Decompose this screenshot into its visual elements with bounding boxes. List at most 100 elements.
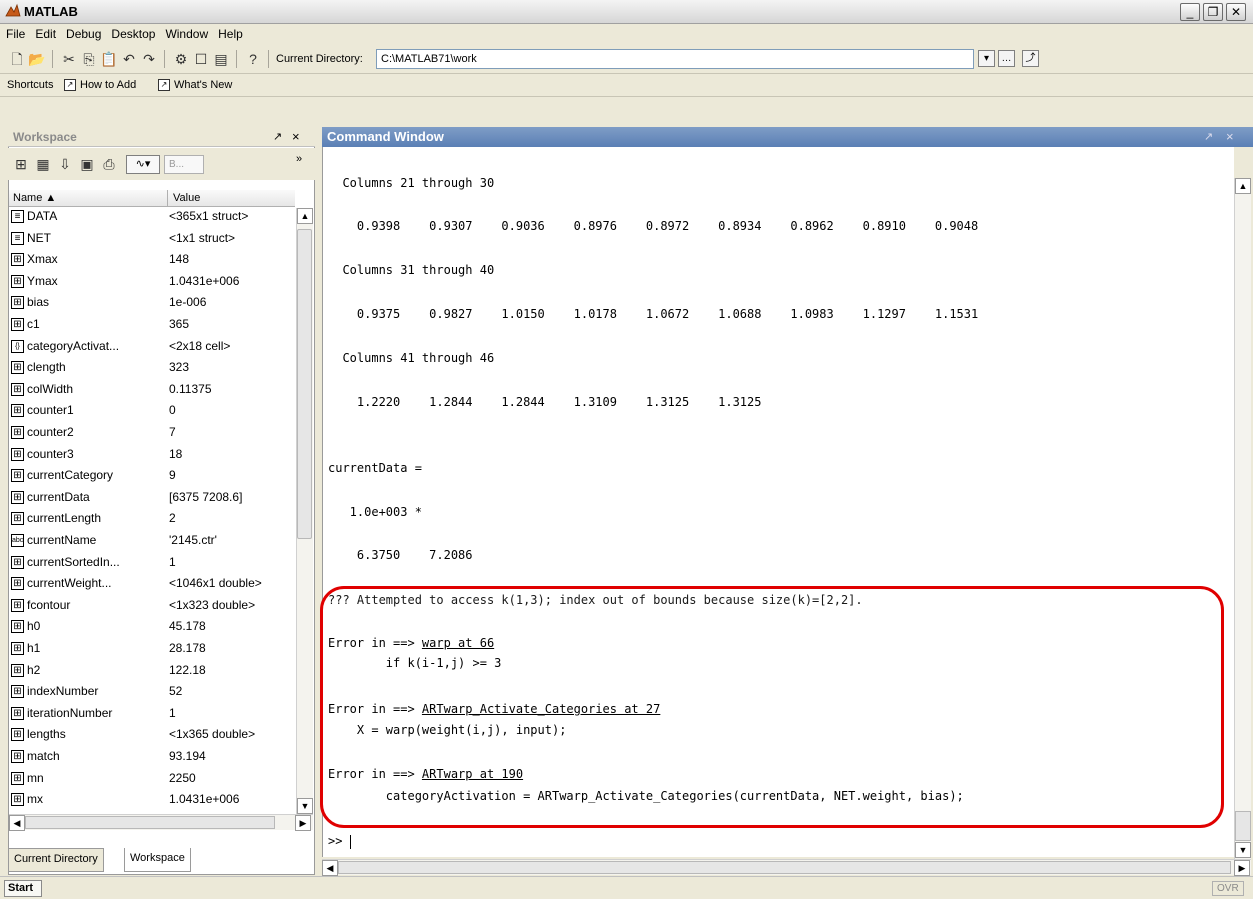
column-name-header[interactable]: Name ▲	[13, 192, 56, 204]
open-folder-icon[interactable]: 📂	[28, 50, 46, 68]
workspace-horizontal-scrollbar[interactable]: ◀ ▶	[9, 814, 313, 831]
copy-icon[interactable]: ⎘	[80, 50, 98, 68]
variable-value: 0	[169, 403, 176, 418]
browse-folder-icon[interactable]: …	[998, 50, 1015, 67]
workspace-row[interactable]: ⊞ indexNumber 52	[9, 683, 295, 702]
menu-edit[interactable]: Edit	[29, 24, 60, 41]
print-icon[interactable]: ⎙	[100, 155, 118, 173]
help-icon[interactable]: ?	[244, 50, 262, 68]
workspace-row[interactable]: ⊞ Xmax 148	[9, 251, 295, 270]
tab-workspace[interactable]: Workspace	[124, 848, 191, 872]
command-hscroll-thumb[interactable]	[338, 861, 1231, 874]
workspace-row[interactable]: abc currentName '2145.ctr'	[9, 532, 295, 551]
workspace-row[interactable]: ⊞ currentSortedIn... 1	[9, 554, 295, 573]
start-button[interactable]: Start	[4, 880, 42, 897]
matrix-icon: ⊞	[11, 296, 24, 310]
workspace-column-header: Name ▲ Value	[9, 190, 295, 207]
workspace-row[interactable]: ⊞ clength 323	[9, 359, 295, 378]
workspace-row[interactable]: ⊞ currentWeight... <1046x1 double>	[9, 575, 295, 594]
command-scroll-thumb[interactable]	[1235, 811, 1251, 841]
simulink-icon[interactable]: ⚙	[172, 50, 190, 68]
command-prompt[interactable]: >>	[328, 834, 351, 849]
variable-name: Xmax	[27, 252, 58, 267]
scroll-right-icon[interactable]: ▶	[1234, 860, 1250, 876]
workspace-row[interactable]: ≡ DATA <365x1 struct>	[9, 208, 295, 227]
workspace-scroll-thumb[interactable]	[297, 229, 312, 539]
undock-icon[interactable]: ↗	[273, 130, 282, 143]
command-window-vertical-scrollbar[interactable]: ▲ ▼	[1234, 178, 1251, 859]
plot-selector-button[interactable]: ∿▾	[126, 155, 160, 174]
workspace-row[interactable]: ⊞ iterationNumber 1	[9, 705, 295, 724]
current-directory-input[interactable]: C:\MATLAB71\work	[376, 49, 974, 69]
plot-type-select[interactable]: B...	[164, 155, 204, 174]
scroll-left-icon[interactable]: ◀	[9, 815, 25, 831]
undo-icon[interactable]: ↶	[120, 50, 138, 68]
cut-icon[interactable]: ✂	[60, 50, 78, 68]
undock-icon[interactable]: ↗	[1204, 130, 1213, 143]
load-data-icon[interactable]: ⇩	[56, 155, 74, 173]
matrix-icon: ⊞	[11, 274, 24, 288]
workspace-row[interactable]: ⊞ counter1 0	[9, 402, 295, 421]
workspace-row[interactable]: ⊞ Ymax 1.0431e+006	[9, 273, 295, 292]
workspace-row[interactable]: ⊞ match 93.194	[9, 748, 295, 767]
scroll-left-icon[interactable]: ◀	[322, 860, 338, 876]
scroll-up-icon[interactable]: ▲	[1235, 178, 1251, 194]
column-value-header[interactable]: Value	[173, 192, 200, 204]
workspace-row[interactable]: ⊞ h0 45.178	[9, 618, 295, 637]
workspace-row[interactable]: ⊞ bias 1e-006	[9, 294, 295, 313]
scroll-down-icon[interactable]: ▼	[1235, 842, 1251, 858]
workspace-row[interactable]: {} categoryActivat... <2x18 cell>	[9, 338, 295, 357]
workspace-row[interactable]: ⊞ h2 122.18	[9, 662, 295, 681]
workspace-row[interactable]: ⊞ counter2 7	[9, 424, 295, 443]
close-icon[interactable]: ✕	[1226, 3, 1246, 21]
save-workspace-icon[interactable]: ▣	[78, 155, 96, 173]
menu-debug[interactable]: Debug	[60, 24, 105, 41]
close-panel-icon[interactable]: ×	[1226, 129, 1234, 144]
minimize-icon[interactable]: _	[1180, 3, 1200, 21]
open-variable-icon[interactable]: ▦	[34, 155, 52, 173]
scroll-up-icon[interactable]: ▲	[297, 208, 313, 224]
tab-current-directory[interactable]: Current Directory	[8, 848, 104, 872]
menu-desktop[interactable]: Desktop	[105, 24, 159, 41]
matrix-icon: ⊞	[11, 642, 24, 655]
workspace-row[interactable]: ⊞ currentData [6375 7208.6]	[9, 489, 295, 508]
close-panel-icon[interactable]: ×	[292, 129, 300, 144]
variable-value: <2x18 cell>	[169, 338, 231, 353]
workspace-row[interactable]: ⊞ counter3 18	[9, 446, 295, 465]
workspace-row[interactable]: ⊞ mx 1.0431e+006	[9, 791, 295, 810]
scroll-down-icon[interactable]: ▼	[297, 798, 313, 814]
workspace-row[interactable]: ⊞ h1 28.178	[9, 640, 295, 659]
scroll-right-icon[interactable]: ▶	[295, 815, 311, 831]
paste-icon[interactable]: 📋	[100, 50, 118, 68]
new-file-icon[interactable]: 🗋	[8, 50, 26, 68]
toolbar-separator	[52, 50, 53, 68]
overflow-chevron-icon[interactable]: »	[296, 153, 302, 165]
workspace-row[interactable]: ⊞ c1 365	[9, 316, 295, 335]
restore-icon[interactable]: ❐	[1203, 3, 1223, 21]
workspace-row[interactable]: ⊞ mn 2250	[9, 770, 295, 789]
workspace-row[interactable]: ⊞ currentLength 2	[9, 510, 295, 529]
new-variable-icon[interactable]: ⊞	[12, 155, 30, 173]
how-to-add-link[interactable]: ↗ How to Add	[64, 79, 136, 92]
variable-name: NET	[27, 230, 51, 245]
variable-name: bias	[27, 295, 50, 310]
variable-name: match	[27, 749, 60, 763]
whats-new-link[interactable]: ↗ What's New	[158, 79, 232, 92]
workspace-row[interactable]: ⊞ currentCategory 9	[9, 467, 295, 486]
dropdown-arrow-icon[interactable]: ▾	[978, 50, 995, 67]
command-window-horizontal-scrollbar[interactable]: ◀ ▶	[322, 859, 1251, 876]
workspace-row[interactable]: ⊞ fcontour <1x323 double>	[9, 597, 295, 616]
menu-window[interactable]: Window	[159, 24, 212, 41]
profiler-icon[interactable]: ▤	[212, 50, 230, 68]
workspace-row[interactable]: ⊞ lengths <1x365 double>	[9, 726, 295, 745]
menu-file[interactable]: File	[0, 24, 29, 41]
variable-value: 1	[169, 554, 176, 569]
up-folder-icon[interactable]: ⤴	[1022, 50, 1039, 67]
variable-value: <365x1 struct>	[169, 209, 249, 223]
workspace-row[interactable]: ≡ NET <1x1 struct>	[9, 230, 295, 249]
menu-help[interactable]: Help	[212, 24, 247, 41]
guide-icon[interactable]: ☐	[192, 50, 210, 68]
workspace-hscroll-thumb[interactable]	[25, 816, 275, 829]
redo-icon[interactable]: ↷	[140, 50, 158, 68]
workspace-row[interactable]: ⊞ colWidth 0.11375	[9, 381, 295, 400]
